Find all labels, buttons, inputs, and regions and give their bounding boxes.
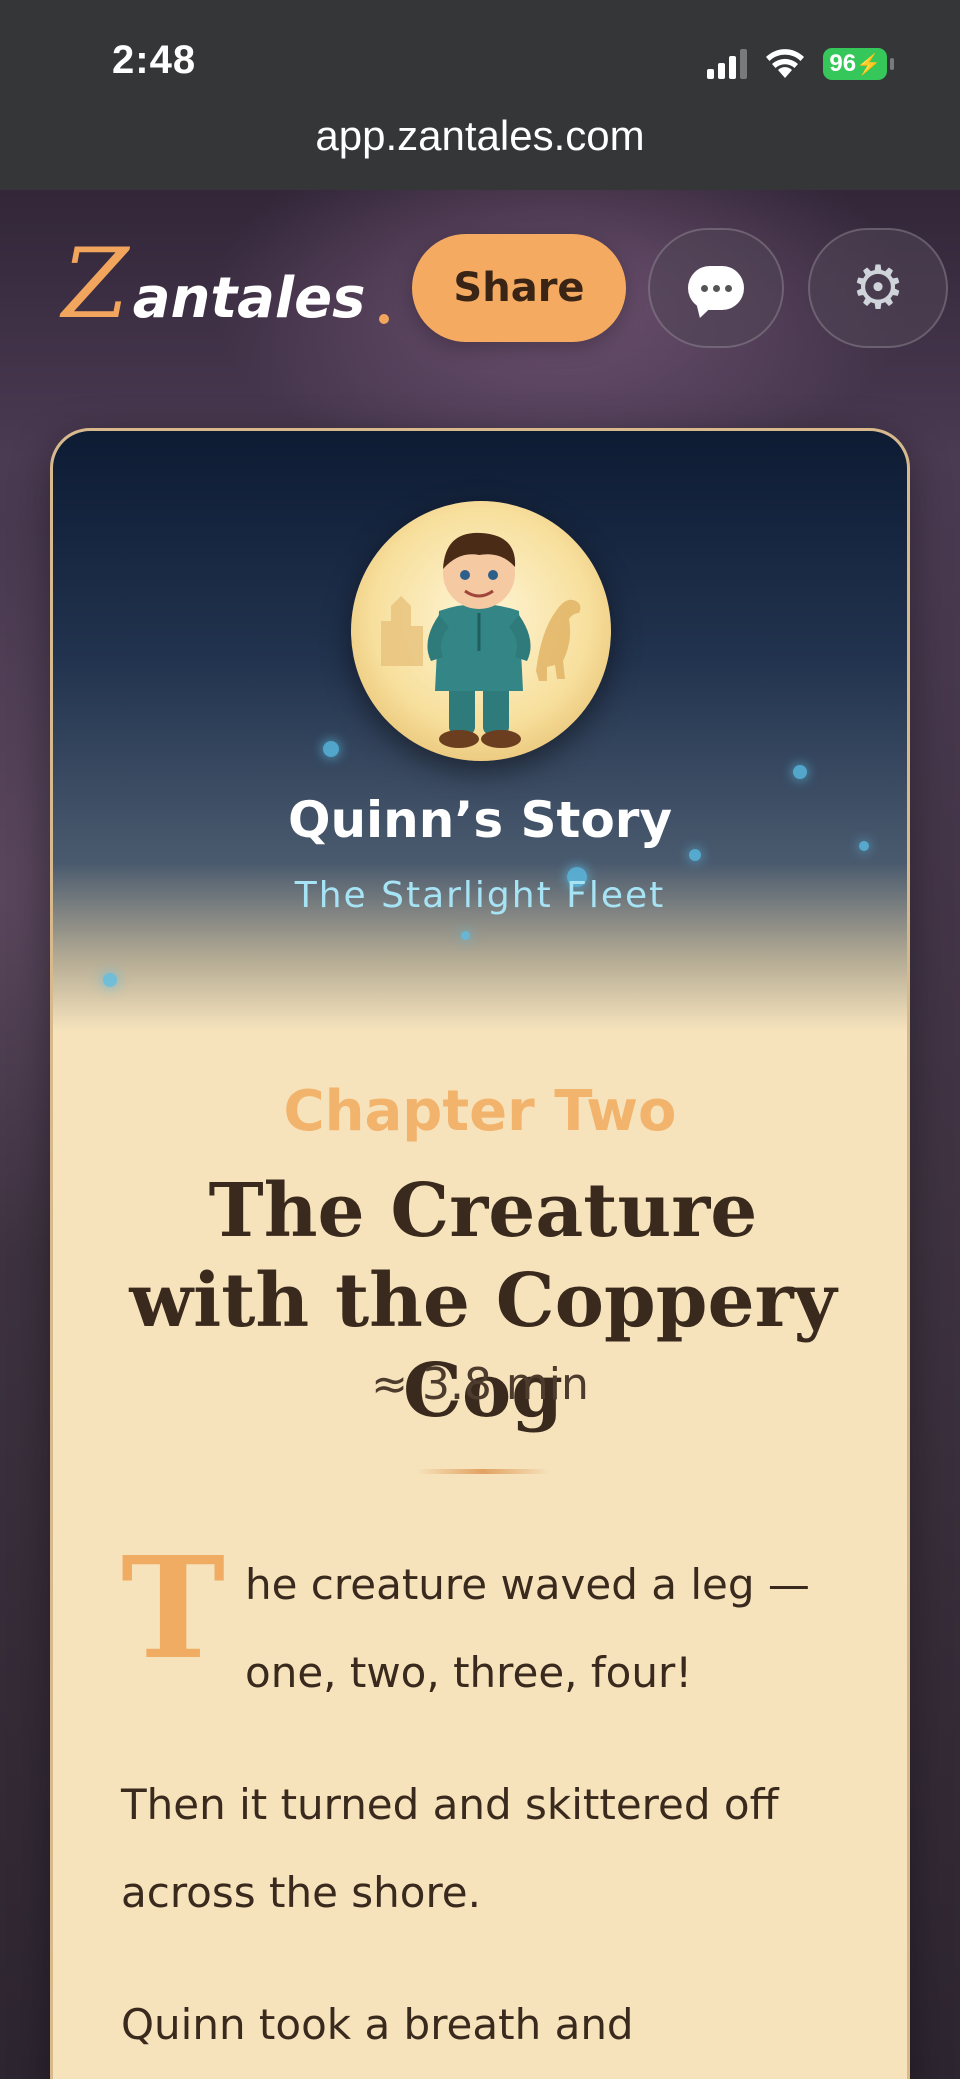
story-paragraph: he creature waved a leg — one, two, thre… [245,1560,810,1697]
child-illustration [351,501,611,761]
wifi-icon [766,49,805,78]
app-header: Z antales Share ⚙ [0,190,960,370]
zantales-logo[interactable]: Z antales [62,228,390,340]
chapter-label: Chapter Two [283,1079,677,1144]
logo-initial: Z [62,228,129,340]
logo-dot [379,314,390,324]
status-time: 2:48 [112,38,197,82]
story-card: Quinn’s Story The Starlight Fleet Chapte… [50,428,910,2079]
story-title: Quinn’s Story [287,791,673,849]
battery-icon: 96 ⚡ [823,48,894,80]
drop-cap: T [121,1527,226,1691]
child-avatar [351,501,611,761]
chat-bubble-icon [688,266,744,310]
logo-text: antales [132,266,366,331]
sparkle [323,741,339,757]
sparkle [461,931,470,940]
story-paragraph: Then it turned and skittered off across … [121,1780,779,1917]
cellular-signal-icon [707,49,748,79]
share-button[interactable]: Share [412,234,626,342]
browser-chrome: 2:48 96 ⚡ app.zantales.com [0,0,960,190]
status-icons: 96 ⚡ [707,44,894,84]
sparkle [689,849,701,861]
battery-level: 96 [829,50,857,77]
reading-time: ≈ 3.8 min [371,1359,589,1410]
app-page: Z antales Share ⚙ Quinn’s Story The Star… [0,190,960,2079]
sparkle [793,765,807,779]
chat-button[interactable] [648,228,784,348]
gear-icon: ⚙ [851,253,905,323]
story-series: The Starlight Fleet [294,875,666,916]
section-divider [416,1469,550,1474]
story-paragraph: Quinn took a breath and [121,2000,634,2049]
settings-button[interactable]: ⚙ [808,228,948,348]
sparkle [103,973,117,987]
address-bar[interactable]: app.zantales.com [0,112,960,160]
